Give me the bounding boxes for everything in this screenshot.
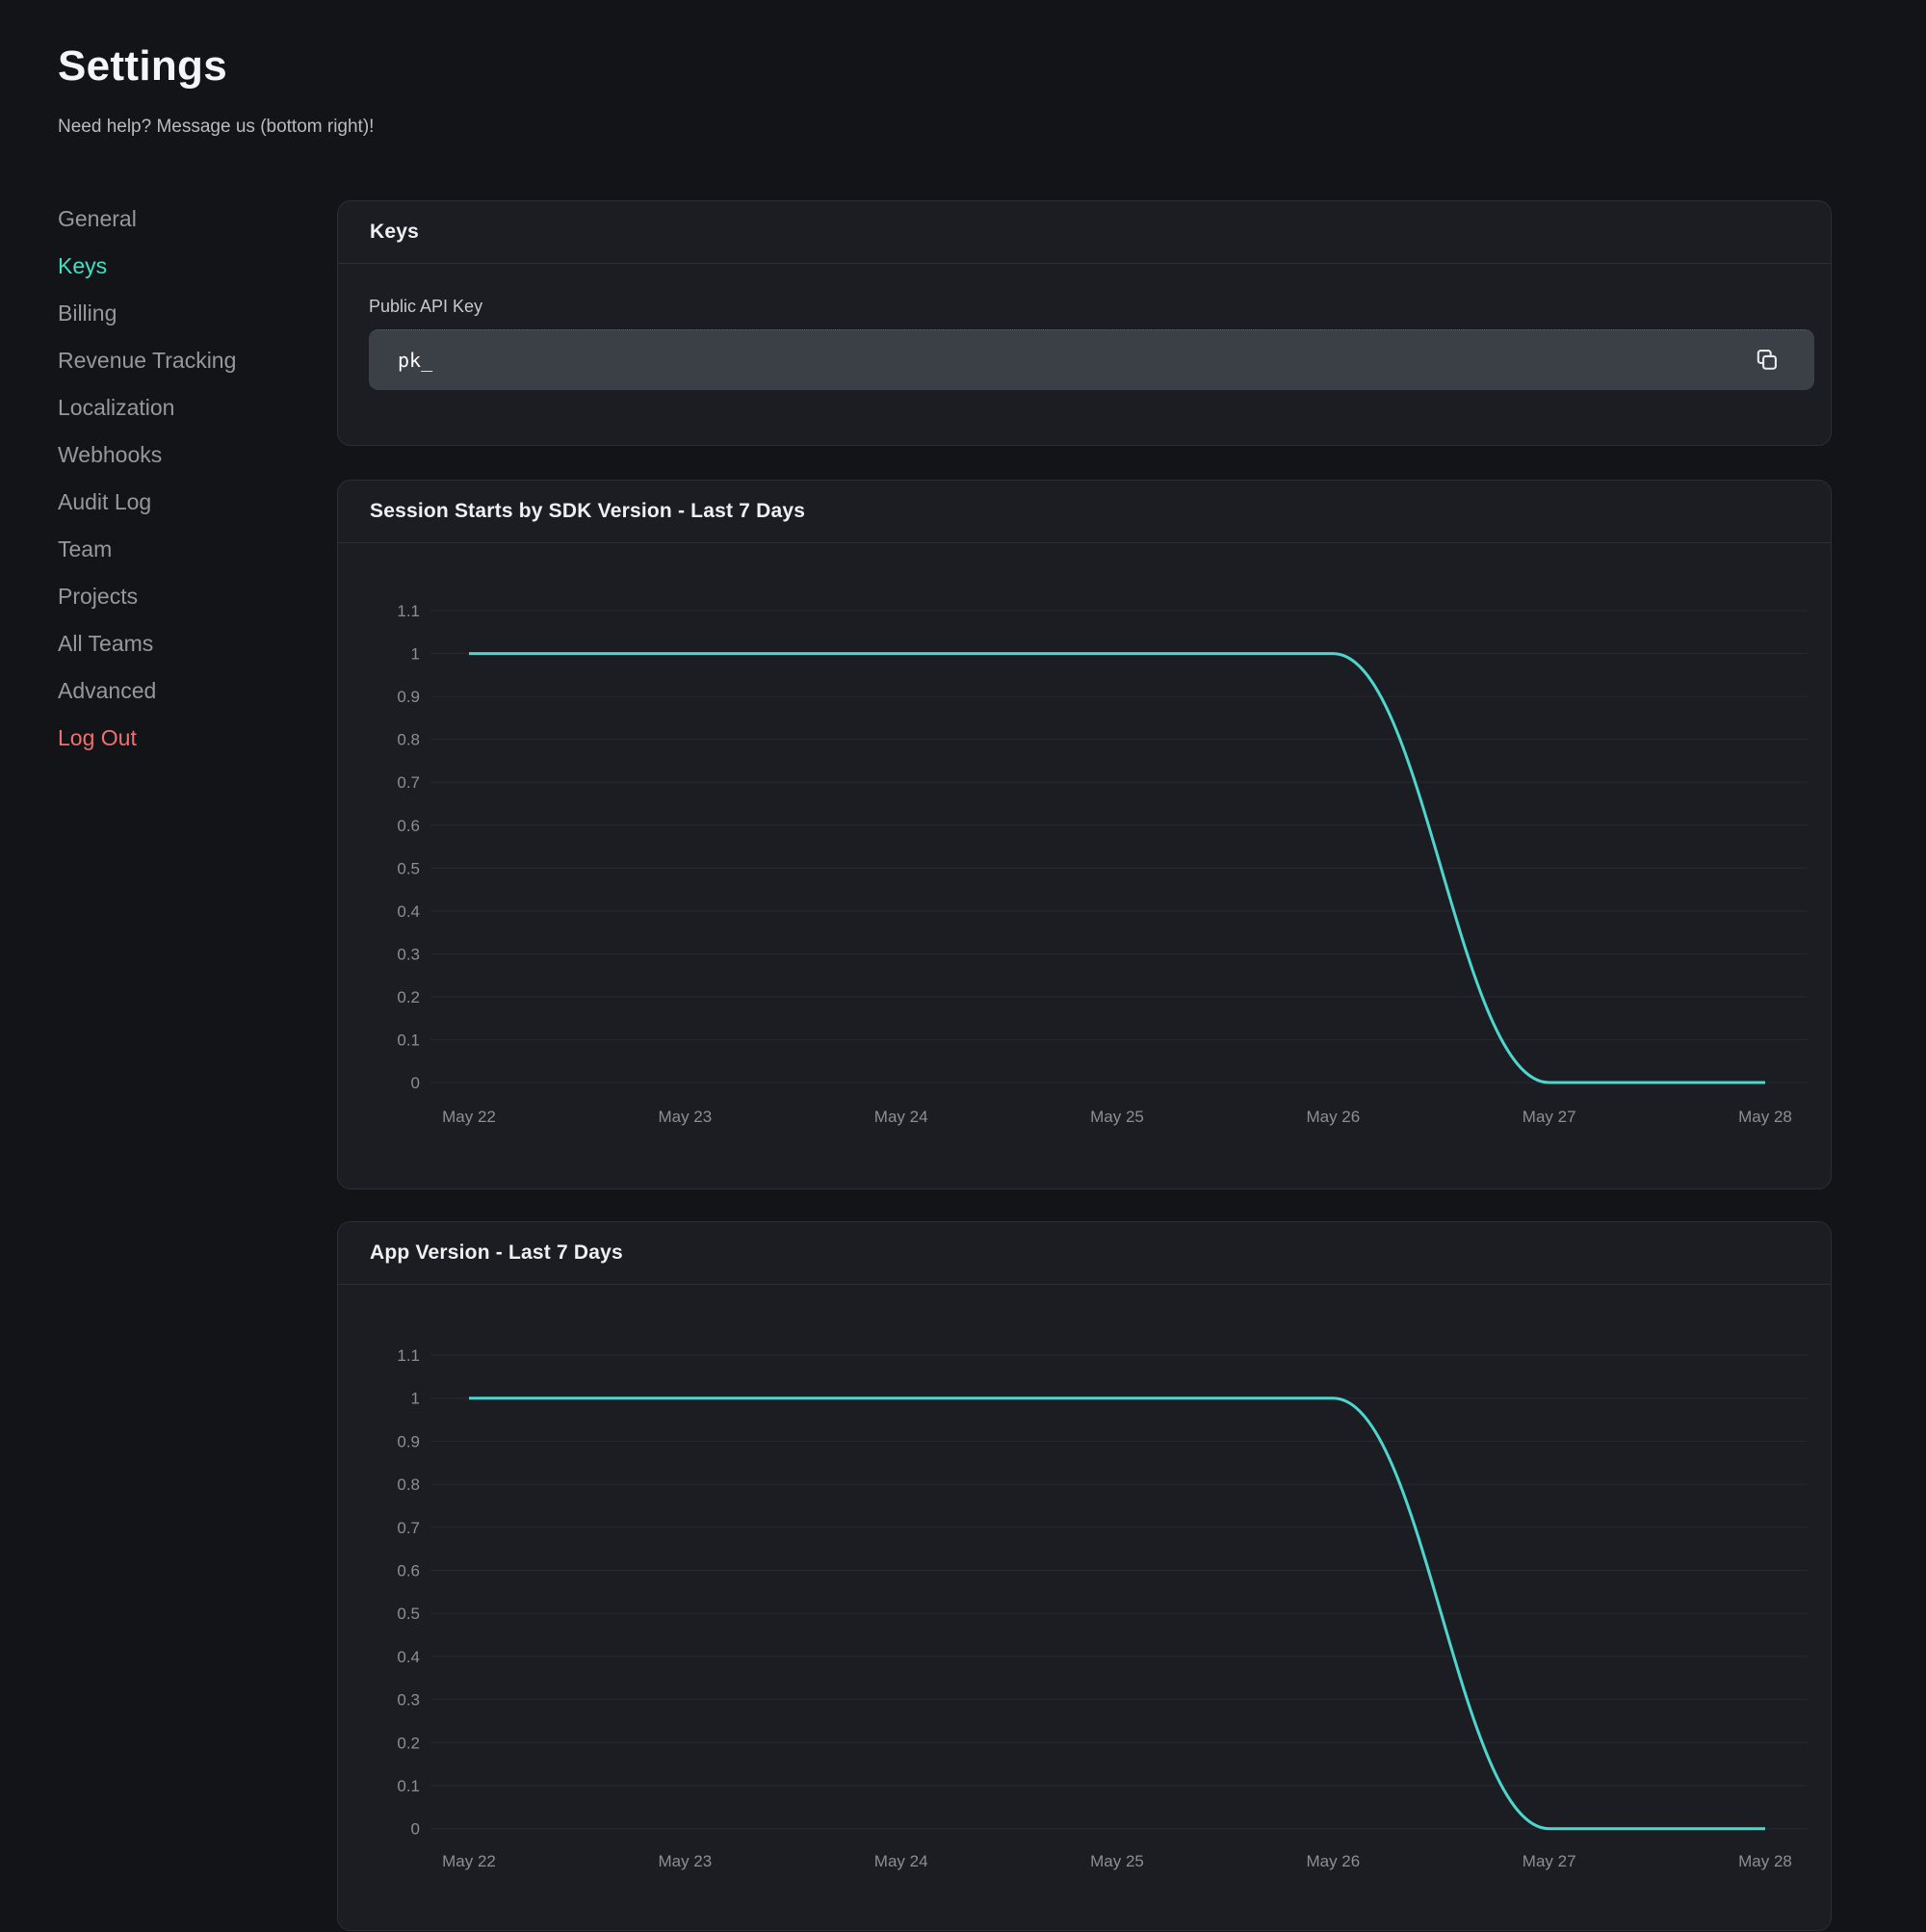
- y-tick-label: 0.9: [397, 688, 420, 706]
- y-tick-label: 1: [411, 1390, 420, 1408]
- sdk-version-line-chart: 1.1 1 0.9 0.8 0.7 0.6 0.5 0.4 0.3 0.2 0.1 0 May 22 Ma…: [338, 543, 1829, 1190]
- page-title: Settings: [58, 42, 227, 91]
- y-tick-label: 0.7: [397, 773, 420, 792]
- chart-title: App Version - Last 7 Days: [370, 1241, 623, 1265]
- app-version-line-chart: 1.1 1 0.9 0.8 0.7 0.6 0.5 0.4 0.3 0.2 0.1 0 May 22 Ma…: [338, 1285, 1829, 1932]
- y-tick-label: 0.9: [397, 1432, 420, 1450]
- sidebar-item-revenue-tracking[interactable]: Revenue Tracking: [58, 337, 299, 384]
- keys-card-header: Keys: [338, 201, 1831, 264]
- y-tick-label: 0.2: [397, 988, 420, 1006]
- x-tick-label: May 28: [1738, 1108, 1792, 1126]
- y-tick-label: 0.3: [397, 945, 420, 963]
- sidebar-item-team[interactable]: Team: [58, 526, 299, 573]
- x-tick-label: May 22: [442, 1852, 496, 1870]
- x-tick-label: May 25: [1090, 1852, 1144, 1870]
- y-tick-label: 0.6: [397, 1562, 420, 1580]
- y-tick-label: 0.3: [397, 1691, 420, 1710]
- sidebar-item-projects[interactable]: Projects: [58, 573, 299, 620]
- sidebar-item-general[interactable]: General: [58, 196, 299, 243]
- y-tick-label: 0.5: [397, 859, 420, 877]
- chart-title: Session Starts by SDK Version - Last 7 D…: [370, 500, 805, 523]
- x-tick-label: May 24: [874, 1852, 928, 1870]
- keys-card-body: Public API Key pk_: [338, 264, 1831, 390]
- sdk-version-chart-card: Session Starts by SDK Version - Last 7 D…: [337, 480, 1832, 1189]
- y-tick-label: 0: [411, 1820, 420, 1839]
- y-tick-label: 1.1: [397, 1346, 420, 1365]
- app-version-chart-card: App Version - Last 7 Days 1.1 1 0.9 0.8 0.7 0…: [337, 1221, 1832, 1931]
- x-tick-label: May 23: [658, 1108, 712, 1126]
- y-tick-label: 0.7: [397, 1519, 420, 1537]
- y-tick-label: 0.1: [397, 1031, 420, 1050]
- x-tick-label: May 26: [1306, 1852, 1360, 1870]
- sidebar: GeneralKeysBillingRevenue TrackingLocali…: [58, 196, 299, 762]
- sidebar-item-keys[interactable]: Keys: [58, 243, 299, 290]
- sidebar-item-localization[interactable]: Localization: [58, 384, 299, 431]
- y-tick-label: 0.4: [397, 1648, 420, 1666]
- page-subtitle: Need help? Message us (bottom right)!: [58, 117, 374, 138]
- chart-card-header: App Version - Last 7 Days: [338, 1222, 1831, 1285]
- y-tick-label: 0.8: [397, 731, 420, 749]
- x-tick-label: May 23: [658, 1852, 712, 1870]
- y-tick-label: 1.1: [397, 602, 420, 620]
- keys-card: Keys Public API Key pk_: [337, 200, 1832, 446]
- x-tick-label: May 27: [1523, 1108, 1576, 1126]
- y-tick-label: 0.1: [397, 1777, 420, 1795]
- keys-card-title: Keys: [370, 221, 419, 244]
- x-tick-label: May 24: [874, 1108, 928, 1126]
- x-tick-label: May 26: [1306, 1108, 1360, 1126]
- sidebar-item-advanced[interactable]: Advanced: [58, 667, 299, 715]
- y-tick-label: 0.8: [397, 1475, 420, 1494]
- y-tick-label: 0.2: [397, 1734, 420, 1752]
- x-tick-label: May 27: [1523, 1852, 1576, 1870]
- copy-icon[interactable]: [1753, 345, 1783, 376]
- public-api-key-value: pk_: [398, 349, 432, 372]
- y-tick-label: 0.5: [397, 1605, 420, 1623]
- sidebar-item-webhooks[interactable]: Webhooks: [58, 431, 299, 479]
- x-tick-label: May 25: [1090, 1108, 1144, 1126]
- sidebar-item-log-out[interactable]: Log Out: [58, 715, 299, 762]
- public-api-key-label: Public API Key: [369, 297, 1814, 317]
- y-tick-label: 0.6: [397, 817, 420, 835]
- sidebar-item-audit-log[interactable]: Audit Log: [58, 479, 299, 526]
- public-api-key-field[interactable]: pk_: [369, 329, 1814, 390]
- y-tick-label: 1: [411, 645, 420, 664]
- x-tick-label: May 28: [1738, 1852, 1792, 1870]
- sidebar-item-all-teams[interactable]: All Teams: [58, 620, 299, 667]
- settings-page: Settings Need help? Message us (bottom r…: [0, 0, 1926, 1699]
- sidebar-item-billing[interactable]: Billing: [58, 290, 299, 337]
- y-tick-label: 0.4: [397, 902, 420, 921]
- y-tick-label: 0: [411, 1074, 420, 1092]
- x-tick-label: May 22: [442, 1108, 496, 1126]
- chart-card-header: Session Starts by SDK Version - Last 7 D…: [338, 481, 1831, 543]
- copy-icon-glyph: [1753, 347, 1780, 374]
